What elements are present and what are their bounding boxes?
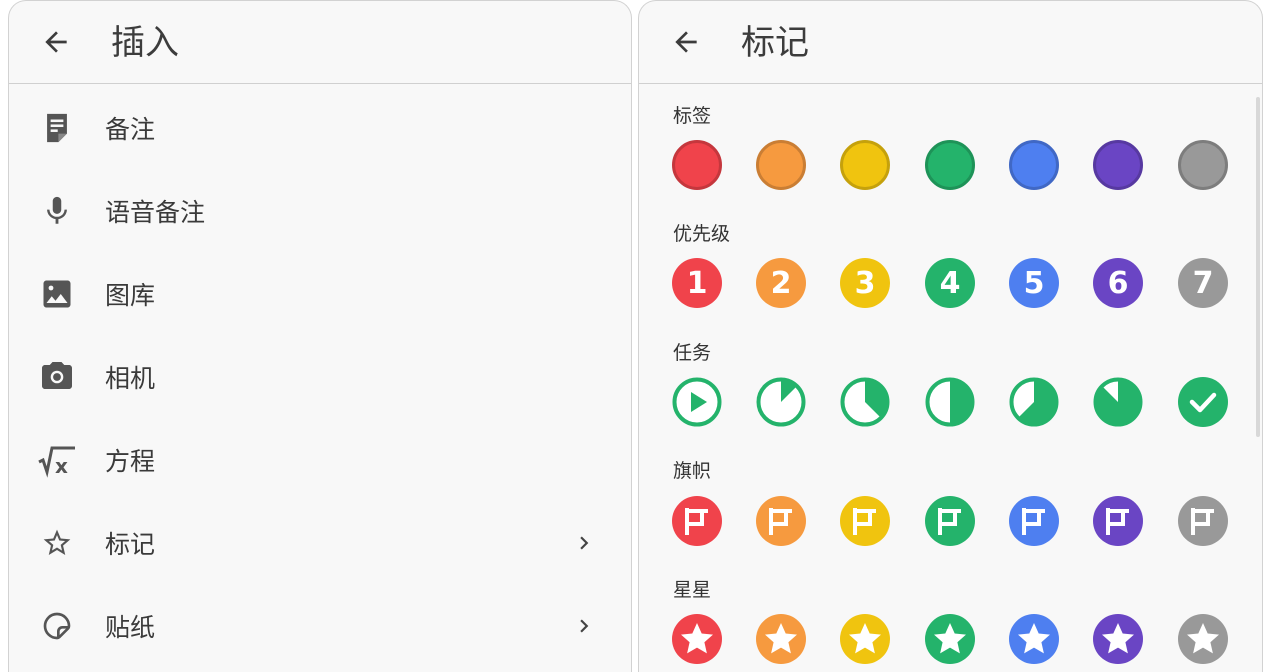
menu-label: 备注: [105, 114, 156, 144]
camera-icon: [37, 357, 77, 397]
scrollbar[interactable]: [1256, 97, 1260, 437]
back-button[interactable]: [667, 23, 705, 61]
priority-number: 4: [940, 266, 961, 301]
task-mark-2[interactable]: [756, 377, 806, 427]
menu-item-camera[interactable]: 相机: [9, 335, 631, 418]
task-mark-7[interactable]: [1178, 377, 1228, 427]
flag-mark-5[interactable]: [1009, 496, 1059, 546]
section-label-stars: 星星: [673, 579, 712, 601]
section-label-task: 任务: [673, 342, 712, 364]
microphone-icon: [37, 191, 77, 231]
star-mark-7[interactable]: [1178, 614, 1228, 664]
chevron-right-icon: [571, 613, 597, 639]
tag-mark-3[interactable]: [840, 140, 890, 190]
tag-mark-2[interactable]: [756, 140, 806, 190]
tag-mark-1[interactable]: [672, 140, 722, 190]
menu-label: 方程: [105, 446, 156, 476]
task-mark-3[interactable]: [840, 377, 890, 427]
menu-label: 图库: [105, 280, 156, 310]
flag-mark-4[interactable]: [925, 496, 975, 546]
priority-mark-5[interactable]: 5: [1009, 258, 1059, 308]
star-mark-6[interactable]: [1093, 614, 1143, 664]
star-mark-2[interactable]: [756, 614, 806, 664]
tag-mark-4[interactable]: [925, 140, 975, 190]
priority-number: 1: [687, 266, 708, 301]
section-label-flags: 旗帜: [673, 460, 712, 482]
task-mark-5[interactable]: [1009, 377, 1059, 427]
note-icon: [37, 108, 77, 148]
menu-item-note[interactable]: 备注: [9, 86, 631, 169]
star-mark-3[interactable]: [840, 614, 890, 664]
priority-mark-1[interactable]: 1: [672, 258, 722, 308]
menu-item-voice-note[interactable]: 语音备注: [9, 169, 631, 252]
svg-text:x: x: [55, 454, 68, 478]
task-mark-4[interactable]: [925, 377, 975, 427]
menu-item-equation[interactable]: x 方程: [9, 418, 631, 501]
task-mark-1[interactable]: [672, 377, 722, 427]
star-outline-icon: [37, 523, 77, 563]
priority-mark-6[interactable]: 6: [1093, 258, 1143, 308]
flag-mark-7[interactable]: [1178, 496, 1228, 546]
sticker-icon: [37, 606, 77, 646]
page-title: 插入: [111, 23, 179, 63]
menu-item-gallery[interactable]: 图库: [9, 252, 631, 335]
menu-label: 语音备注: [105, 197, 206, 227]
priority-mark-3[interactable]: 3: [840, 258, 890, 308]
flag-mark-3[interactable]: [840, 496, 890, 546]
priority-number: 2: [771, 266, 792, 301]
priority-mark-4[interactable]: 4: [925, 258, 975, 308]
menu-label: 相机: [105, 363, 156, 393]
section-label-tags: 标签: [673, 105, 712, 127]
tag-mark-7[interactable]: [1178, 140, 1228, 190]
star-mark-5[interactable]: [1009, 614, 1059, 664]
arrow-left-icon: [675, 31, 697, 53]
insert-header: 插入: [9, 1, 631, 84]
priority-mark-2[interactable]: 2: [756, 258, 806, 308]
marks-header: 标记: [639, 1, 1262, 84]
flag-mark-2[interactable]: [756, 496, 806, 546]
section-label-priority: 优先级: [673, 223, 731, 245]
tag-mark-6[interactable]: [1093, 140, 1143, 190]
priority-number: 3: [855, 266, 876, 301]
menu-item-marks[interactable]: 标记: [9, 501, 631, 584]
priority-mark-7[interactable]: 7: [1178, 258, 1228, 308]
marks-panel: 标记 标签 优先级 任务 旗帜 星星 1 2 3 4 5 6 7: [638, 0, 1263, 672]
star-mark-1[interactable]: [672, 614, 722, 664]
flag-mark-1[interactable]: [672, 496, 722, 546]
tag-mark-5[interactable]: [1009, 140, 1059, 190]
page-title: 标记: [741, 23, 809, 63]
menu-label: 贴纸: [105, 612, 156, 642]
priority-number: 7: [1193, 266, 1214, 301]
menu-item-sticker[interactable]: 贴纸: [9, 584, 631, 667]
back-button[interactable]: [37, 23, 75, 61]
menu-label: 标记: [105, 529, 156, 559]
priority-number: 6: [1108, 266, 1129, 301]
image-icon: [37, 274, 77, 314]
priority-number: 5: [1024, 266, 1045, 301]
flag-mark-6[interactable]: [1093, 496, 1143, 546]
insert-panel: 插入 备注 语音备注 图库 相机 x 方程 标记 贴纸: [8, 0, 632, 672]
equation-icon: x: [37, 440, 77, 480]
task-mark-6[interactable]: [1093, 377, 1143, 427]
star-mark-4[interactable]: [925, 614, 975, 664]
chevron-right-icon: [571, 530, 597, 556]
arrow-left-icon: [45, 31, 67, 53]
